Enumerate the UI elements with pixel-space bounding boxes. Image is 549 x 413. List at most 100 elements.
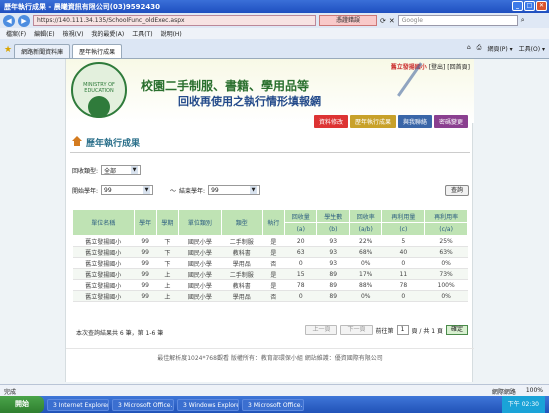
menu-view[interactable]: 檢視(V) bbox=[63, 29, 84, 38]
col-recycle-amount: 回收量 bbox=[283, 209, 318, 223]
table-cell: 舊立發揚國小 bbox=[72, 279, 135, 291]
nav-contact[interactable]: 與我聯絡 bbox=[397, 115, 432, 128]
table-cell: 99 bbox=[134, 279, 157, 291]
results-table: 單位名稱 學年 學期 單位類別 類型 執行 回收量 學生數 回收率 再利用量 再… bbox=[72, 209, 468, 302]
col-category: 類型 bbox=[220, 209, 263, 236]
table-cell: 下 bbox=[156, 246, 179, 258]
table-cell: 99 bbox=[134, 235, 157, 247]
table-cell: 100% bbox=[424, 279, 468, 291]
col-unit-name: 單位名稱 bbox=[72, 209, 135, 236]
table-cell: 73% bbox=[424, 268, 468, 280]
start-year-label: 開始學年: bbox=[72, 187, 99, 195]
start-button[interactable]: 開始 bbox=[0, 396, 44, 413]
table-cell: 上 bbox=[156, 290, 179, 302]
col-reuse-amount: 再利用量 bbox=[381, 209, 426, 223]
page-number-input[interactable]: 1 bbox=[396, 325, 409, 335]
col-executed: 執行 bbox=[261, 209, 286, 236]
type-select[interactable]: 全部 ▼ bbox=[101, 165, 142, 175]
table-cell: 78 bbox=[284, 279, 317, 291]
chevron-down-icon: ▼ bbox=[250, 186, 258, 194]
table-cell: 25% bbox=[424, 235, 468, 247]
section-header: 歷年執行成果 bbox=[70, 133, 470, 153]
table-cell: 99 bbox=[134, 246, 157, 258]
task-office-1[interactable]: 3 Microsoft Office... bbox=[112, 398, 174, 411]
menu-edit[interactable]: 編輯(E) bbox=[34, 29, 54, 38]
col-year: 學年 bbox=[133, 209, 157, 236]
table-cell: 國民小學 bbox=[178, 246, 222, 258]
page-menu[interactable]: 網頁(P) ▾ bbox=[487, 44, 512, 53]
certificate-error-badge[interactable]: 憑證錯誤 bbox=[319, 15, 377, 26]
url-field[interactable]: https://140.111.34.135/SchoolFunc_oldExe… bbox=[33, 15, 316, 26]
menu-file[interactable]: 檔案(F) bbox=[6, 29, 26, 38]
task-explorer[interactable]: 3 Windows Explorer bbox=[177, 398, 239, 411]
task-ie[interactable]: 3 Internet Explorer bbox=[47, 398, 109, 411]
table-cell: 舊立發揚國小 bbox=[72, 268, 135, 280]
table-cell: 0% bbox=[349, 257, 382, 269]
table-cell: 5 bbox=[381, 235, 425, 247]
col-reuse-rate: 再利用率 bbox=[424, 209, 468, 223]
table-cell: 0 bbox=[284, 290, 317, 302]
start-year-select[interactable]: 99 ▼ bbox=[101, 185, 154, 195]
table-cell: 78 bbox=[381, 279, 425, 291]
favorites-star-icon[interactable]: ★ bbox=[4, 45, 12, 55]
table-cell: 11 bbox=[381, 268, 425, 280]
minimize-icon[interactable]: _ bbox=[512, 1, 523, 11]
col-semester: 學期 bbox=[155, 209, 180, 236]
forward-icon[interactable]: ▶ bbox=[18, 14, 30, 27]
nav-edit-data[interactable]: 資料修改 bbox=[313, 115, 348, 128]
internet-zone: 網際網路 bbox=[491, 389, 516, 396]
query-button[interactable]: 查詢 bbox=[445, 185, 469, 196]
table-cell: 0 bbox=[381, 257, 425, 269]
refresh-icon[interactable]: ⟳ bbox=[380, 17, 386, 25]
search-icon[interactable]: ⌕ bbox=[521, 16, 525, 25]
home-button-icon[interactable]: ⌂ bbox=[467, 44, 471, 53]
table-cell: 0 bbox=[284, 257, 317, 269]
system-clock: 下午 02:30 bbox=[501, 396, 545, 413]
page-title: 歷年執行成果 bbox=[86, 139, 141, 149]
window-title: 歷年執行成果 - 晨曦資訊有限公司(03)9592430 bbox=[4, 3, 161, 11]
nav-change-password[interactable]: 密碼變更 bbox=[433, 115, 468, 128]
stop-icon[interactable]: ✕ bbox=[389, 17, 395, 25]
table-cell: 國民小學 bbox=[178, 235, 222, 247]
zoom-level[interactable]: 100% bbox=[526, 387, 543, 396]
print-icon[interactable]: ⎙ bbox=[477, 44, 482, 53]
filter-type-row: 回收類型: 全部 ▼ bbox=[72, 165, 142, 175]
address-bar: ◀ ▶ https://140.111.34.135/SchoolFunc_ol… bbox=[0, 13, 549, 28]
close-icon[interactable]: ✕ bbox=[536, 1, 547, 11]
home-icon bbox=[72, 136, 82, 146]
nav-annual-results[interactable]: 歷年執行成果 bbox=[349, 115, 396, 128]
top-navigation: 資料修改 歷年執行成果 與我聯絡 密碼變更 bbox=[313, 115, 468, 128]
table-cell: 63% bbox=[424, 246, 468, 258]
tab-annual-results[interactable]: 歷年執行成果 bbox=[72, 44, 123, 58]
logout-home-links[interactable]: [登出] [回首頁] bbox=[429, 64, 470, 71]
table-cell: 是 bbox=[262, 235, 285, 247]
task-office-2[interactable]: 3 Microsoft Office... bbox=[242, 398, 304, 411]
command-bar: ⌂ ⎙ 網頁(P) ▾ 工具(O) ▾ bbox=[467, 44, 545, 53]
go-button[interactable]: 確定 bbox=[445, 325, 468, 335]
menu-favorites[interactable]: 我的最愛(A) bbox=[91, 29, 124, 38]
table-cell: 下 bbox=[156, 235, 179, 247]
table-cell: 89 bbox=[316, 268, 350, 280]
menu-tools[interactable]: 工具(T) bbox=[132, 29, 152, 38]
table-cell: 否 bbox=[262, 290, 285, 302]
col-unit-type: 單位類別 bbox=[178, 209, 222, 236]
table-cell: 17% bbox=[349, 268, 382, 280]
status-text: 完成 bbox=[4, 389, 17, 396]
table-cell: 國民小學 bbox=[178, 290, 222, 302]
table-cell: 68% bbox=[349, 246, 382, 258]
table-cell: 89 bbox=[316, 279, 350, 291]
browser-content: MINISTRY OF EDUCATION 校園二手制服、書籍、學用品等 回收再… bbox=[0, 59, 549, 384]
prev-page-button[interactable]: 上一頁 bbox=[305, 325, 338, 335]
search-input[interactable]: Google bbox=[397, 15, 518, 26]
window-titlebar[interactable]: 歷年執行成果 - 晨曦資訊有限公司(03)9592430 _ □ ✕ bbox=[0, 0, 549, 13]
tools-menu[interactable]: 工具(O) ▾ bbox=[519, 44, 545, 53]
next-page-button[interactable]: 下一頁 bbox=[340, 325, 373, 335]
tab-news-database[interactable]: 網路新聞資料庫 bbox=[14, 44, 71, 58]
back-icon[interactable]: ◀ bbox=[3, 14, 15, 27]
end-year-select[interactable]: 99 ▼ bbox=[208, 185, 261, 195]
table-row: 舊立發揚國小 99 上國民小學 二手制服是 15 89 17% 11 73% bbox=[72, 268, 468, 280]
menu-help[interactable]: 說明(H) bbox=[161, 29, 182, 38]
table-row: 舊立發揚國小 99 上國民小學 教科書是 78 89 88% 78 100% bbox=[72, 279, 468, 291]
site-headline-1: 校園二手制服、書籍、學用品等 bbox=[141, 79, 310, 93]
maximize-icon[interactable]: □ bbox=[524, 1, 535, 11]
